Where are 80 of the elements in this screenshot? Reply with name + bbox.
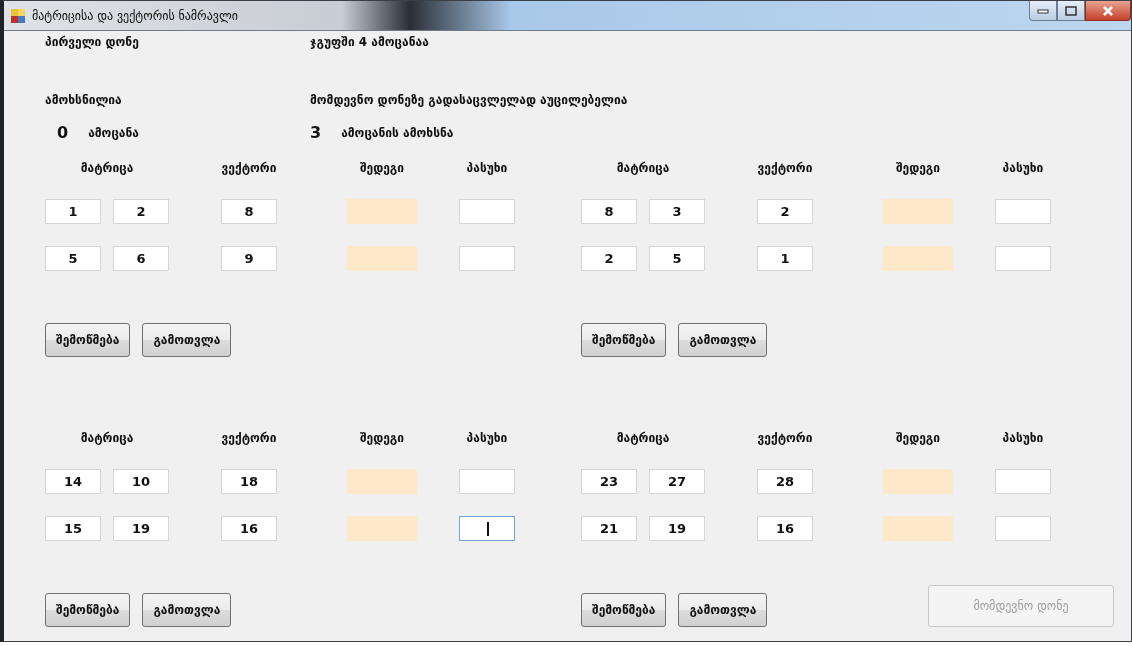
result-field bbox=[347, 468, 417, 494]
vector-header: ვექტორი bbox=[757, 430, 813, 447]
vector-field[interactable]: 18 bbox=[221, 468, 277, 494]
solved-unit: ამოცანა bbox=[88, 124, 139, 142]
matrix-field[interactable]: 8 bbox=[581, 198, 637, 224]
matrix-field[interactable]: 19 bbox=[649, 515, 705, 541]
result-field bbox=[347, 245, 417, 271]
check-button[interactable]: შემოწმება bbox=[45, 323, 131, 357]
result-field bbox=[883, 198, 953, 224]
matrix-header: მატრიცა bbox=[615, 430, 671, 447]
matrix-field[interactable]: 6 bbox=[113, 245, 169, 271]
group-info: ჯგუფში 4 ამოცანაა bbox=[310, 34, 429, 51]
calculate-button[interactable]: გამოთვლა bbox=[678, 593, 768, 627]
matrix-field[interactable]: 5 bbox=[649, 245, 705, 271]
maximize-button[interactable] bbox=[1057, 1, 1085, 21]
result-field bbox=[347, 198, 417, 224]
required-unit: ამოცანის ამოხსნა bbox=[341, 124, 454, 142]
result-header: შედეგი bbox=[358, 430, 406, 447]
close-icon bbox=[1102, 5, 1114, 16]
required-count: 3 bbox=[310, 121, 322, 144]
check-button[interactable]: შემოწმება bbox=[45, 593, 131, 627]
result-field bbox=[883, 468, 953, 494]
answer-field[interactable] bbox=[459, 198, 515, 224]
matrix-field[interactable]: 10 bbox=[113, 468, 169, 494]
level-label: პირველი დონე bbox=[45, 34, 139, 51]
answer-field[interactable] bbox=[995, 198, 1051, 224]
minimize-icon bbox=[1037, 7, 1049, 14]
result-header: შედეგი bbox=[894, 430, 942, 447]
matrix-field[interactable]: 21 bbox=[581, 515, 637, 541]
answer-field[interactable] bbox=[995, 245, 1051, 271]
check-button[interactable]: შემოწმება bbox=[581, 323, 667, 357]
vector-field[interactable]: 8 bbox=[221, 198, 277, 224]
check-button[interactable]: შემოწმება bbox=[581, 593, 667, 627]
vector-field[interactable]: 9 bbox=[221, 245, 277, 271]
answer-field[interactable] bbox=[995, 515, 1051, 541]
maximize-icon bbox=[1065, 5, 1077, 16]
calculate-button[interactable]: გამოთვლა bbox=[142, 593, 232, 627]
vector-header: ვექტორი bbox=[221, 160, 277, 177]
answer-header: პასუხი bbox=[1001, 160, 1045, 177]
vector-field[interactable]: 2 bbox=[757, 198, 813, 224]
matrix-field[interactable]: 23 bbox=[581, 468, 637, 494]
vector-header: ვექტორი bbox=[757, 160, 813, 177]
result-header: შედეგი bbox=[894, 160, 942, 177]
answer-header: პასუხი bbox=[465, 430, 509, 447]
result-header: შედეგი bbox=[358, 160, 406, 177]
result-field bbox=[347, 515, 417, 541]
vector-field[interactable]: 16 bbox=[221, 515, 277, 541]
vector-field[interactable]: 16 bbox=[757, 515, 813, 541]
answer-field[interactable] bbox=[459, 245, 515, 271]
answer-header: პასუხი bbox=[465, 160, 509, 177]
vector-field[interactable]: 1 bbox=[757, 245, 813, 271]
matrix-header: მატრიცა bbox=[79, 430, 135, 447]
solved-count: 0 bbox=[57, 121, 69, 144]
app-icon bbox=[10, 7, 26, 24]
matrix-field[interactable]: 15 bbox=[45, 515, 101, 541]
matrix-field[interactable]: 2 bbox=[581, 245, 637, 271]
vector-header: ვექტორი bbox=[221, 430, 277, 447]
answer-field[interactable] bbox=[459, 468, 515, 494]
calculate-button[interactable]: გამოთვლა bbox=[678, 323, 768, 357]
matrix-field[interactable]: 2 bbox=[113, 198, 169, 224]
required-label: მომდევნო დონეზე გადასაცვლელად აუცილებელია bbox=[310, 91, 628, 109]
matrix-field[interactable]: 27 bbox=[649, 468, 705, 494]
answer-header: პასუხი bbox=[1001, 430, 1045, 447]
vector-field[interactable]: 28 bbox=[757, 468, 813, 494]
matrix-header: მატრიცა bbox=[615, 160, 671, 177]
answer-field[interactable] bbox=[459, 515, 515, 541]
solved-label: ამოხსნილია bbox=[45, 91, 122, 109]
window-title: მატრიცისა და ვექტორის ნამრავლი bbox=[32, 7, 238, 25]
matrix-field[interactable]: 5 bbox=[45, 245, 101, 271]
matrix-field[interactable]: 1 bbox=[45, 198, 101, 224]
matrix-field[interactable]: 14 bbox=[45, 468, 101, 494]
result-field bbox=[883, 515, 953, 541]
calculate-button[interactable]: გამოთვლა bbox=[142, 323, 232, 357]
matrix-header: მატრიცა bbox=[79, 160, 135, 177]
close-button[interactable] bbox=[1085, 1, 1131, 21]
answer-field[interactable] bbox=[995, 468, 1051, 494]
result-field bbox=[883, 245, 953, 271]
matrix-field[interactable]: 3 bbox=[649, 198, 705, 224]
minimize-button[interactable] bbox=[1029, 1, 1057, 21]
matrix-field[interactable]: 19 bbox=[113, 515, 169, 541]
